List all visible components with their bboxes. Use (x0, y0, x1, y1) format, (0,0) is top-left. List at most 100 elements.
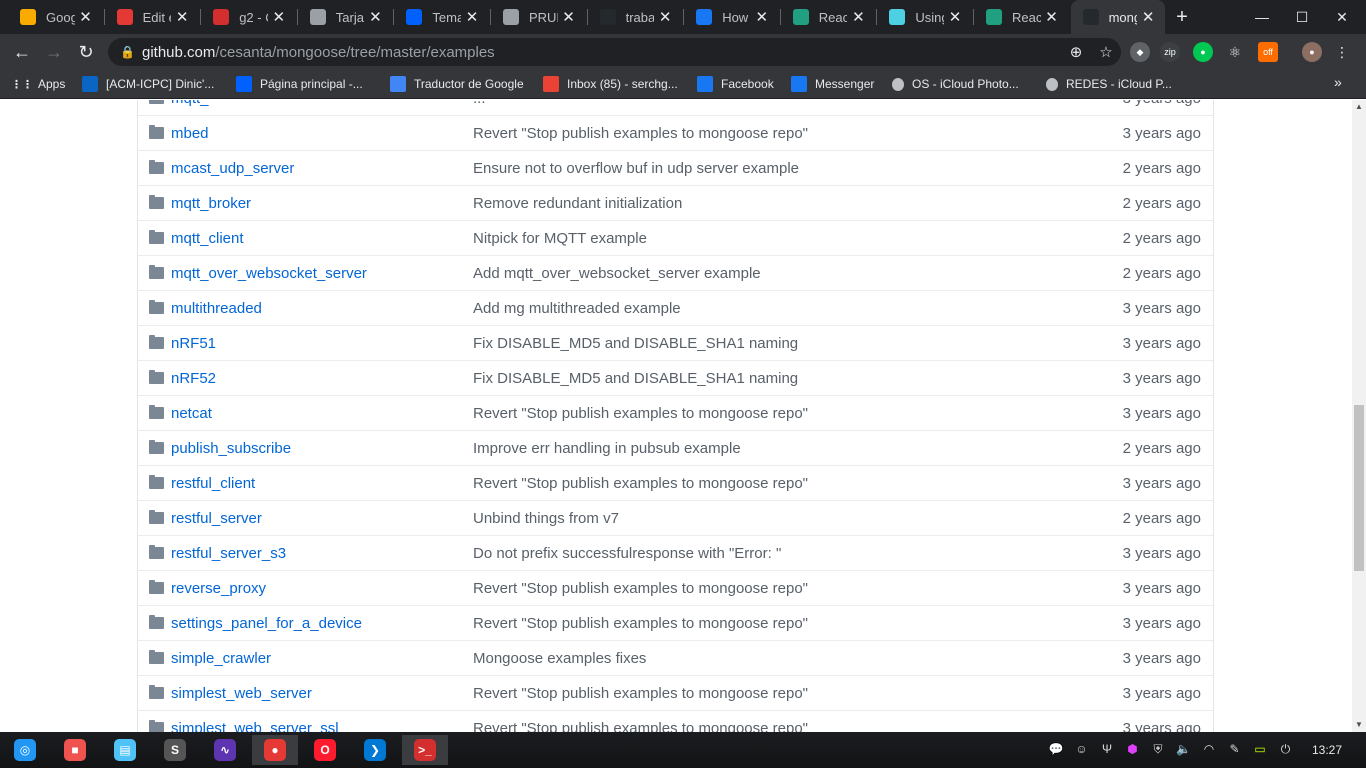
commit-message-link[interactable]: Remove redundant initialization (473, 195, 1073, 212)
extension-puzzle-icon[interactable]: ◆ (1130, 42, 1150, 62)
bookmark-item[interactable]: ⋮⋮ Apps (11, 70, 65, 98)
tab-close-icon[interactable]: ✕ (1137, 8, 1159, 26)
commit-message-link[interactable]: Revert "Stop publish examples to mongoos… (473, 720, 1073, 733)
reload-button[interactable]: ↻ (74, 40, 98, 64)
react-devtools-icon[interactable]: ⚛ (1225, 42, 1245, 62)
volume-icon[interactable]: 🔈 (1175, 742, 1193, 758)
file-name-link[interactable]: restful_server (171, 510, 473, 527)
bookmark-item[interactable]: REDES - iCloud P... (1046, 70, 1172, 98)
file-name-link[interactable]: mqtt_broker (171, 195, 473, 212)
tab-close-icon[interactable]: ✕ (171, 8, 193, 26)
bookmark-item[interactable]: OS - iCloud Photo... (892, 70, 1019, 98)
new-tab-button[interactable]: + (1170, 5, 1194, 29)
profile-avatar[interactable]: ● (1302, 42, 1322, 62)
tab-close-icon[interactable]: ✕ (654, 8, 676, 26)
bookmark-item[interactable]: Inbox (85) - serchg... (543, 70, 678, 98)
taskbar-app[interactable]: >_ (402, 735, 448, 765)
browser-tab[interactable]: Tema ✕ (394, 0, 489, 34)
tab-close-icon[interactable]: ✕ (558, 8, 580, 26)
close-window-button[interactable]: ✕ (1320, 0, 1364, 34)
file-name-link[interactable]: mcast_udp_server (171, 160, 473, 177)
file-name-link[interactable]: restful_client (171, 475, 473, 492)
commit-message-link[interactable]: Add mg multithreaded example (473, 300, 1073, 317)
tab-close-icon[interactable]: ✕ (364, 8, 386, 26)
taskbar-app[interactable]: ∿ (202, 735, 248, 765)
bookmark-star-icon[interactable]: ☆ (1091, 43, 1121, 61)
browser-tab[interactable]: Edit e✕ (105, 0, 200, 34)
commit-message-link[interactable]: Revert "Stop publish examples to mongoos… (473, 685, 1073, 702)
bookmark-item[interactable]: Página principal -... (236, 70, 363, 98)
maximize-button[interactable]: ☐ (1280, 0, 1324, 34)
file-name-link[interactable]: netcat (171, 405, 473, 422)
taskbar-app[interactable]: ▤ (102, 735, 148, 765)
commit-message-link[interactable]: Fix DISABLE_MD5 and DISABLE_SHA1 naming (473, 370, 1073, 387)
tab-close-icon[interactable]: ✕ (847, 8, 869, 26)
clock[interactable]: 13:27 (1312, 743, 1342, 757)
extension-off-icon[interactable]: off (1258, 42, 1278, 62)
browser-tab[interactable]: React✕ (781, 0, 876, 34)
browser-tab[interactable]: React✕ (974, 0, 1069, 34)
scroll-down-arrow[interactable]: ▼ (1352, 718, 1366, 732)
menu-kebab-icon[interactable]: ⋮ (1332, 42, 1352, 62)
tab-close-icon[interactable]: ✕ (461, 8, 483, 26)
file-name-link[interactable]: simplest_web_server_ssl (171, 720, 473, 733)
extension-green-icon[interactable]: ● (1193, 42, 1213, 62)
file-name-link[interactable]: settings_panel_for_a_device (171, 615, 473, 632)
url-text[interactable]: github.com/cesanta/mongoose/tree/master/… (142, 44, 1061, 61)
pen-icon[interactable]: ✎ (1226, 742, 1244, 758)
taskbar-app[interactable]: ● (252, 735, 298, 765)
file-name-link[interactable]: publish_subscribe (171, 440, 473, 457)
scrollbar[interactable]: ▲ ▼ (1352, 100, 1366, 732)
browser-tab[interactable]: mong✕ (1070, 0, 1166, 34)
commit-message-link[interactable]: Revert "Stop publish examples to mongoos… (473, 615, 1073, 632)
wifi-icon[interactable]: ◠ (1200, 742, 1218, 758)
file-name-link[interactable]: mqtt_client (171, 230, 473, 247)
browser-tab[interactable]: How t✕ (684, 0, 779, 34)
file-name-link[interactable]: mbed (171, 125, 473, 142)
minimize-button[interactable]: — (1240, 0, 1284, 34)
wechat-icon[interactable]: ☺ (1073, 742, 1091, 758)
bookmark-item[interactable]: Facebook (697, 70, 774, 98)
commit-message-link[interactable]: Fix DISABLE_MD5 and DISABLE_SHA1 naming (473, 335, 1073, 352)
address-bar[interactable]: 🔒 github.com/cesanta/mongoose/tree/maste… (108, 38, 1121, 66)
taskbar-app[interactable]: O (302, 735, 348, 765)
power-icon[interactable]: ⏻ (1277, 742, 1295, 758)
tab-close-icon[interactable]: ✕ (944, 8, 966, 26)
file-name-link[interactable]: multithreaded (171, 300, 473, 317)
bookmark-item[interactable]: [ACM-ICPC] Dinic'... (82, 70, 214, 98)
commit-message-link[interactable]: Mongoose examples fixes (473, 650, 1073, 667)
scroll-up-arrow[interactable]: ▲ (1352, 100, 1366, 114)
browser-tab[interactable]: PRUE✕ (491, 0, 586, 34)
commit-message-link[interactable]: Revert "Stop publish examples to mongoos… (473, 405, 1073, 422)
commit-message-link[interactable]: ... (473, 100, 1073, 107)
scroll-thumb[interactable] (1354, 405, 1364, 571)
shield-app-icon[interactable]: ⬢ (1124, 742, 1142, 758)
file-name-link[interactable]: simple_crawler (171, 650, 473, 667)
commit-message-link[interactable]: Revert "Stop publish examples to mongoos… (473, 125, 1073, 142)
commit-message-link[interactable]: Revert "Stop publish examples to mongoos… (473, 475, 1073, 492)
zoom-icon[interactable]: ⊕ (1061, 43, 1091, 61)
commit-message-link[interactable]: Unbind things from v7 (473, 510, 1073, 527)
browser-tab[interactable]: Using✕ (877, 0, 972, 34)
taskbar-app[interactable]: ❯ (352, 735, 398, 765)
browser-tab[interactable]: Tarjan✕ (298, 0, 393, 34)
commit-message-link[interactable]: Improve err handling in pubsub example (473, 440, 1073, 457)
bookmark-item[interactable]: Traductor de Google (390, 70, 524, 98)
file-name-link[interactable]: nRF51 (171, 335, 473, 352)
taskbar-app[interactable]: ■ (52, 735, 98, 765)
bookmark-item[interactable]: Messenger (791, 70, 874, 98)
browser-tab[interactable]: trabaj✕ (588, 0, 683, 34)
taskbar-app[interactable]: ◎ (2, 735, 48, 765)
gitzip-icon[interactable]: zip (1160, 42, 1180, 62)
tab-close-icon[interactable]: ✕ (268, 8, 290, 26)
commit-message-link[interactable]: Revert "Stop publish examples to mongoos… (473, 580, 1073, 597)
security-icon[interactable]: ⛨ (1149, 742, 1167, 758)
commit-message-link[interactable]: Do not prefix successfulresponse with "E… (473, 545, 1073, 562)
browser-tab[interactable]: Goog ✕ (8, 0, 103, 34)
taskbar-app[interactable]: S (152, 735, 198, 765)
browser-tab[interactable]: g2 - C✕ (201, 0, 296, 34)
back-button[interactable]: ← (10, 40, 34, 64)
commit-message-link[interactable]: Ensure not to overflow buf in udp server… (473, 160, 1073, 177)
battery-icon[interactable]: ▭ (1251, 742, 1269, 758)
commit-message-link[interactable]: Nitpick for MQTT example (473, 230, 1073, 247)
